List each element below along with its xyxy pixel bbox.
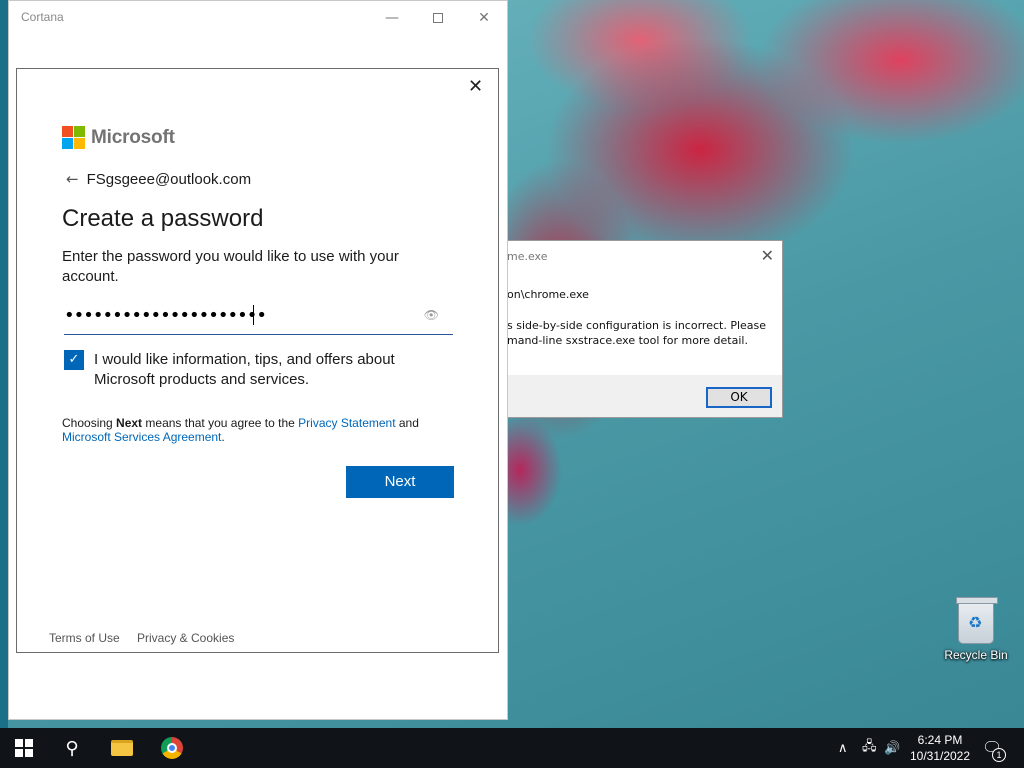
desktop: ♻ Recycle Bin me.exe ✕ on\chrome.exe s s… — [0, 0, 1024, 728]
terms-suffix: . — [221, 430, 225, 444]
cortana-titlebar[interactable]: Cortana — ✕ — [9, 1, 507, 35]
recycle-bin-icon[interactable]: ♻ — [956, 597, 998, 644]
network-icon[interactable]: 🖧 — [862, 728, 877, 768]
signin-panel: ✕ Microsoft ← FSgsgeee@outlook.com Creat… — [16, 68, 499, 653]
error-dialog-path: on\chrome.exe — [507, 288, 589, 301]
file-explorer-button[interactable] — [98, 728, 146, 768]
tray-overflow-icon[interactable]: ∧ — [838, 728, 848, 768]
search-icon: ⚲ — [65, 737, 79, 759]
error-dialog: me.exe ✕ on\chrome.exe s side-by-side co… — [490, 240, 783, 418]
marketing-consent: ✓ I would like information, tips, and of… — [64, 350, 424, 390]
start-button[interactable] — [0, 728, 48, 768]
show-password-icon[interactable]: 👁 — [424, 308, 439, 322]
password-value: ••••••••••••••••••••• — [64, 305, 267, 326]
windows-logo-icon — [15, 739, 33, 757]
page-description: Enter the password you would like to use… — [62, 248, 399, 285]
volume-icon[interactable]: 🔊 — [884, 728, 900, 768]
microsoft-wordmark: Microsoft — [91, 126, 175, 148]
taskbar: ⚲ ∧ 🖧 🔊 6:24 PM 10/31/2022 🗨 1 — [0, 728, 1024, 768]
identity-banner: ← FSgsgeee@outlook.com — [66, 170, 251, 188]
error-dialog-ok-button[interactable]: OK — [706, 387, 772, 408]
terms-and: and — [395, 416, 419, 430]
microsoft-logo-icon — [62, 126, 85, 149]
terms-next-word: Next — [116, 416, 143, 430]
maximize-icon — [433, 13, 443, 23]
clock-time: 6:24 PM — [917, 733, 963, 747]
privacy-statement-link[interactable]: Privacy Statement — [298, 416, 395, 430]
chrome-button[interactable] — [148, 728, 196, 768]
window-title: Cortana — [21, 10, 64, 24]
password-input[interactable]: ••••••••••••••••••••• 👁 — [64, 302, 453, 335]
account-email: FSgsgeee@outlook.com — [86, 170, 252, 188]
clock[interactable]: 6:24 PM 10/31/2022 — [904, 732, 976, 764]
desktop-edge — [0, 0, 8, 728]
error-dialog-message: s side-by-side configuration is incorrec… — [507, 319, 767, 347]
error-dialog-close-icon[interactable]: ✕ — [761, 246, 774, 265]
window-close-button[interactable]: ✕ — [461, 1, 507, 35]
marketing-consent-checkbox[interactable]: ✓ — [64, 350, 84, 370]
back-arrow-icon[interactable]: ← — [66, 170, 79, 188]
recycle-bin-label: Recycle Bin — [944, 648, 1008, 662]
services-agreement-link[interactable]: Microsoft Services Agreement — [62, 430, 221, 444]
recycle-icon: ♻ — [968, 613, 983, 632]
terms-prefix: Choosing — [62, 416, 117, 430]
microsoft-logo: Microsoft — [62, 126, 175, 149]
marketing-consent-label[interactable]: I would like information, tips, and offe… — [94, 350, 424, 390]
page-title: Create a password — [62, 205, 264, 232]
notification-badge: 1 — [992, 748, 1006, 762]
terms-notice: Choosing Next means that you agree to th… — [62, 416, 442, 444]
text-caret — [253, 305, 254, 325]
chrome-icon — [161, 737, 183, 759]
minimize-button[interactable]: — — [369, 1, 415, 35]
search-button[interactable]: ⚲ — [48, 728, 96, 768]
privacy-cookies-link[interactable]: Privacy & Cookies — [137, 631, 234, 645]
folder-icon — [111, 740, 133, 756]
error-dialog-title: me.exe — [507, 250, 548, 263]
clock-date: 10/31/2022 — [909, 749, 971, 763]
next-button[interactable]: Next — [346, 466, 454, 498]
terms-of-use-link[interactable]: Terms of Use — [49, 631, 120, 645]
terms-middle: means that you agree to the — [142, 416, 299, 430]
recycle-bin[interactable]: ♻ Recycle Bin — [938, 597, 1014, 662]
maximize-button[interactable] — [415, 1, 461, 35]
signin-close-icon[interactable]: ✕ — [468, 76, 483, 97]
